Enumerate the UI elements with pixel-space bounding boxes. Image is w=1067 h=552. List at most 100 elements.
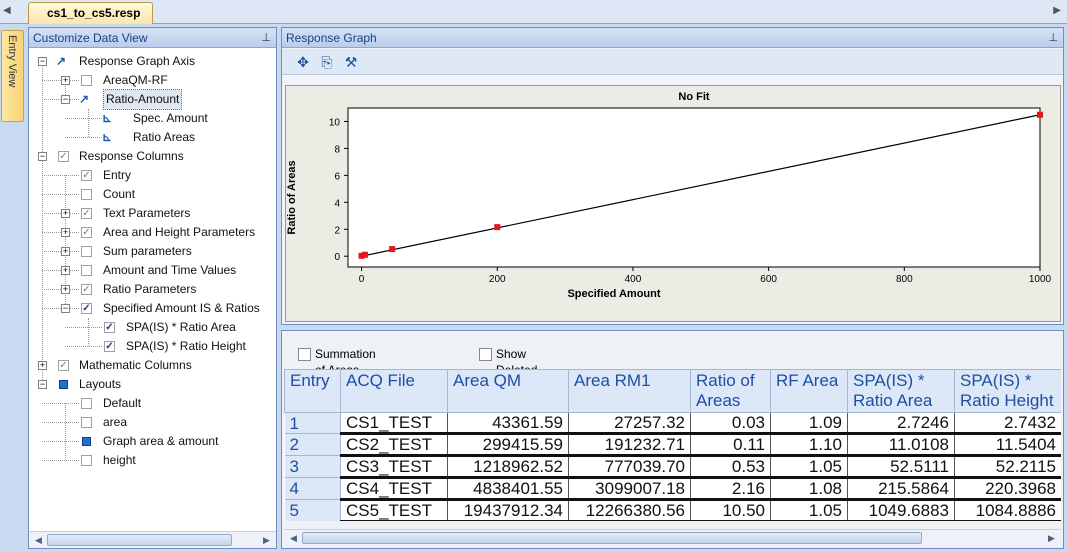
table-cell[interactable]: CS4_TEST xyxy=(340,477,448,501)
table-cell[interactable]: 777039.70 xyxy=(568,455,691,479)
table-cell[interactable]: 2.7246 xyxy=(847,412,955,435)
table-cell[interactable]: 52.2115 xyxy=(954,455,1061,479)
tree-checkbox[interactable] xyxy=(81,265,92,276)
table-cell[interactable]: 43361.59 xyxy=(447,412,569,435)
column-header[interactable]: RF Area xyxy=(770,369,848,413)
pin-icon[interactable]: ⊥ xyxy=(1048,28,1058,48)
table-cell[interactable]: CS3_TEST xyxy=(340,455,448,479)
column-header[interactable]: Ratio of Areas xyxy=(690,369,771,413)
scroll-left-icon[interactable]: ◀ xyxy=(3,5,11,16)
table-cell[interactable]: 1.08 xyxy=(770,477,848,501)
tree-item[interactable]: Default xyxy=(29,394,276,413)
column-header[interactable]: Area QM xyxy=(447,369,569,413)
tree-checkbox[interactable]: ✓ xyxy=(81,170,92,181)
scroll-left-icon[interactable]: ◀ xyxy=(286,531,301,545)
column-header[interactable]: Area RM1 xyxy=(568,369,691,413)
copy-icon[interactable]: ⎘ xyxy=(318,53,336,71)
tree-checkbox[interactable]: ✓ xyxy=(104,322,115,333)
tree-checkbox[interactable] xyxy=(81,189,92,200)
expand-icon[interactable]: + xyxy=(61,209,70,218)
tree-item[interactable]: + ✓ Ratio Parameters xyxy=(29,280,276,299)
tools-icon[interactable]: ⚒ xyxy=(342,53,360,71)
collapse-icon[interactable]: − xyxy=(38,380,47,389)
table-cell[interactable]: 27257.32 xyxy=(568,412,691,435)
tree-checkbox[interactable] xyxy=(81,417,92,428)
tree-item[interactable]: height xyxy=(29,451,276,470)
table-cell[interactable]: 1218962.52 xyxy=(447,455,569,479)
tree-item[interactable]: − ↗ Ratio-Amount xyxy=(29,89,276,110)
table-cell[interactable]: 11.5404 xyxy=(954,433,1061,457)
tree-item[interactable]: + Sum parameters xyxy=(29,242,276,261)
tree-item[interactable]: + AreaQM-RF xyxy=(29,71,276,90)
tree-checkbox[interactable] xyxy=(81,75,92,86)
tree-item[interactable]: Count xyxy=(29,185,276,204)
table-cell[interactable]: 299415.59 xyxy=(447,433,569,457)
table-cell[interactable]: 3099007.18 xyxy=(568,477,691,501)
table-cell[interactable]: 1.05 xyxy=(770,455,848,479)
tree-item[interactable]: ⊾ Ratio Areas xyxy=(29,128,276,147)
expand-icon[interactable]: + xyxy=(61,266,70,275)
tree-item[interactable]: − ✓ Response Columns xyxy=(29,147,276,166)
table-cell[interactable]: 215.5864 xyxy=(847,477,955,501)
row-entry-cell[interactable]: 4 xyxy=(284,477,341,500)
expand-icon[interactable]: + xyxy=(38,361,47,370)
tree-item[interactable]: − ✓ Specified Amount IS & Ratios xyxy=(29,299,276,318)
table-cell[interactable]: 1.05 xyxy=(770,499,848,521)
tree-item[interactable]: + ✓ Text Parameters xyxy=(29,204,276,223)
table-cell[interactable]: 11.0108 xyxy=(847,433,955,457)
scroll-thumb[interactable] xyxy=(47,534,232,546)
show-deleted-checkbox[interactable] xyxy=(479,348,492,361)
scroll-left-icon[interactable]: ◀ xyxy=(31,533,46,547)
tree-checkbox[interactable]: ✓ xyxy=(81,303,92,314)
tree-checkbox[interactable] xyxy=(81,398,92,409)
column-header[interactable]: SPA(IS) * Ratio Height xyxy=(954,369,1061,413)
column-header[interactable]: Entry xyxy=(284,369,341,413)
summation-checkbox[interactable] xyxy=(298,348,311,361)
tree-item[interactable]: ✓ SPA(IS) * Ratio Area xyxy=(29,318,276,337)
tree-item[interactable]: − ↗ Response Graph Axis xyxy=(29,52,276,71)
table-cell[interactable]: 2.16 xyxy=(690,477,771,501)
table-cell[interactable]: 10.50 xyxy=(690,499,771,521)
expand-icon[interactable]: + xyxy=(61,228,70,237)
collapse-icon[interactable]: − xyxy=(38,57,47,66)
tree-item[interactable]: ⊾ Spec. Amount xyxy=(29,109,276,128)
table-row[interactable]: 4 CS4_TEST 4838401.55 3099007.18 2.16 1.08 215… xyxy=(284,477,1061,501)
table-cell[interactable]: CS5_TEST xyxy=(340,499,448,521)
document-tab[interactable]: cs1_to_cs5.resp xyxy=(28,2,154,24)
tree-horizontal-scrollbar[interactable]: ◀ ▶ xyxy=(29,531,276,548)
table-cell[interactable]: 220.3968 xyxy=(954,477,1061,501)
tree-checkbox[interactable]: ✓ xyxy=(81,284,92,295)
collapse-icon[interactable]: − xyxy=(38,152,47,161)
tree-item[interactable]: ✓ Entry xyxy=(29,166,276,185)
tree-checkbox[interactable]: ✓ xyxy=(58,151,69,162)
table-cell[interactable]: 1084.8886 xyxy=(954,499,1061,521)
table-cell[interactable]: 1.10 xyxy=(770,433,848,457)
tree-item[interactable]: + Amount and Time Values xyxy=(29,261,276,280)
table-cell[interactable]: CS2_TEST xyxy=(340,433,448,457)
collapse-icon[interactable]: − xyxy=(61,304,70,313)
table-row[interactable]: 2 CS2_TEST 299415.59 191232.71 0.11 1.10 11.01… xyxy=(284,433,1061,457)
tree-checkbox[interactable] xyxy=(81,455,92,466)
scroll-right-icon[interactable]: ▶ xyxy=(259,533,274,547)
zoom-fit-icon[interactable]: ✥ xyxy=(294,53,312,71)
table-cell[interactable]: 1049.6883 xyxy=(847,499,955,521)
collapse-icon[interactable]: − xyxy=(61,95,70,104)
grid-horizontal-scrollbar[interactable]: ◀ ▶ xyxy=(284,529,1061,546)
tree-item[interactable]: − Layouts xyxy=(29,375,276,394)
table-row[interactable]: 3 CS3_TEST 1218962.52 777039.70 0.53 1.05 52.5… xyxy=(284,455,1061,479)
table-cell[interactable]: 2.7432 xyxy=(954,412,1061,435)
tree-checkbox[interactable]: ✓ xyxy=(104,341,115,352)
expand-icon[interactable]: + xyxy=(61,76,70,85)
tree-checkbox[interactable]: ✓ xyxy=(81,227,92,238)
layout-square-icon[interactable] xyxy=(82,437,91,446)
row-entry-cell[interactable]: 1 xyxy=(284,412,341,434)
column-header[interactable]: SPA(IS) * Ratio Area xyxy=(847,369,955,413)
tree-item[interactable]: + ✓ Area and Height Parameters xyxy=(29,223,276,242)
table-cell[interactable]: 0.53 xyxy=(690,455,771,479)
tree-item[interactable]: ✓ SPA(IS) * Ratio Height xyxy=(29,337,276,356)
expand-icon[interactable]: + xyxy=(61,285,70,294)
column-header[interactable]: ACQ File xyxy=(340,369,448,413)
entry-view-tab[interactable]: Entry View xyxy=(1,30,24,122)
tree-item[interactable]: area xyxy=(29,413,276,432)
table-cell[interactable]: 12266380.56 xyxy=(568,499,691,521)
